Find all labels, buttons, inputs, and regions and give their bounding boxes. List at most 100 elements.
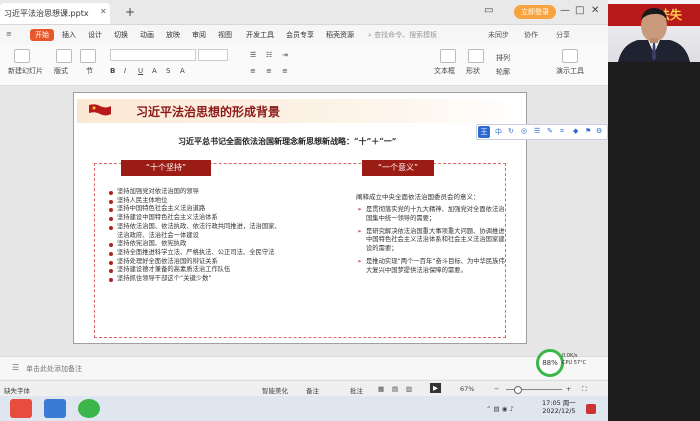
menu-animation[interactable]: 动画 — [140, 30, 154, 40]
align-left-icon[interactable]: ≡ — [250, 67, 256, 75]
shape-icon[interactable] — [468, 49, 484, 63]
outline-button[interactable]: 轮廓 — [496, 67, 510, 77]
taskbar: ⌃ ▤ ◉ ♪ 17:05 周一 2022/12/5 — [0, 396, 608, 421]
close-window-icon[interactable]: ✕ — [591, 5, 599, 16]
screen: 习近平法治思想课.pptx ✕ + 立即登录 ▭ — □ ✕ ≡ 开始 插入 设… — [0, 0, 700, 421]
play-icon[interactable]: ▶ — [430, 383, 441, 393]
menu-developer[interactable]: 开发工具 — [246, 30, 274, 40]
reading-view-icon[interactable]: ▥ — [406, 385, 412, 393]
fit-window-icon[interactable]: ⛶ — [582, 385, 587, 394]
smart-icon[interactable]: ↻ — [508, 127, 514, 135]
minimize-icon[interactable]: — — [560, 5, 570, 16]
list-item: 坚持建设德才兼备的高素质法治工作队伍 — [107, 266, 337, 275]
shadow-icon[interactable]: A — [152, 67, 157, 75]
floating-toolbar: 王 中 ↻ ◎ ☰ ✎ ⌗ ◆ ⚑ ⚙ — [476, 124, 608, 140]
gear-icon[interactable]: ⚙ — [596, 127, 602, 135]
notes-pane[interactable]: ☰ 单击此处添加备注 — [0, 356, 608, 379]
normal-view-icon[interactable]: ▦ — [378, 385, 384, 393]
menu-design[interactable]: 设计 — [88, 30, 102, 40]
list-item-continuation: 法治政府、法治社会一体建设 — [117, 231, 199, 239]
section-icon[interactable] — [80, 49, 96, 63]
menu-home[interactable]: 开始 — [30, 29, 54, 41]
arrange-button[interactable]: 排列 — [496, 53, 510, 63]
zoom-out-icon[interactable]: − — [494, 385, 499, 393]
tray-icons[interactable]: ⌃ ▤ ◉ ♪ — [486, 405, 514, 413]
slide[interactable]: 习近平法治思想的形成背景 习近平总书记全面依法治国新理念新思想新战略：“十”＋“… — [73, 92, 527, 344]
layout-icon[interactable] — [56, 49, 72, 63]
align-right-icon[interactable]: ≡ — [282, 67, 288, 75]
clock[interactable]: 17:05 周一 2022/12/5 — [542, 399, 576, 415]
zoom-slider-handle[interactable] — [514, 386, 522, 394]
menu-docer[interactable]: 稻壳资源 — [326, 30, 354, 40]
pen-icon[interactable]: ✎ — [547, 127, 553, 135]
share-button[interactable]: 分享 — [556, 30, 570, 40]
list-item: 坚持中国特色社会主义法治道路 — [107, 205, 337, 214]
user-icon[interactable]: ⚑ — [585, 127, 591, 135]
strikethrough-icon[interactable]: S — [166, 67, 170, 75]
notification-icon[interactable] — [586, 404, 596, 414]
slide-title-bar: 习近平法治思想的形成背景 — [77, 99, 523, 123]
menu-icon[interactable]: ☰ — [534, 127, 540, 135]
wps-taskbar-icon[interactable] — [10, 399, 32, 418]
underline-icon[interactable]: U — [138, 67, 143, 75]
hamburger-menu-icon[interactable]: ≡ — [6, 30, 12, 38]
play-tools-icon[interactable] — [562, 49, 578, 63]
document-tab-label: 习近平法治思想课.pptx — [4, 9, 89, 18]
new-slide-icon[interactable] — [14, 49, 30, 63]
sorter-view-icon[interactable]: ▤ — [392, 385, 398, 393]
italic-icon[interactable]: I — [124, 67, 126, 75]
font-name-field[interactable] — [110, 49, 196, 61]
ten-insistences-list: 坚持加强党对依法治国的领导 坚持人民主体地位 坚持中国特色社会主义法治道路 坚持… — [107, 188, 337, 284]
crop-icon[interactable]: ⌗ — [560, 127, 564, 136]
align-center-icon[interactable]: ≡ — [266, 67, 272, 75]
command-search[interactable]: ⌕ 查找命令、搜索模板 — [368, 30, 437, 40]
wechat-taskbar-icon[interactable] — [78, 399, 100, 418]
zoom-dropdown[interactable]: 67% — [460, 385, 474, 393]
smart-beautify-button[interactable]: 智能美化 — [262, 385, 288, 395]
notes-toggle-button[interactable]: 备注 — [306, 385, 319, 395]
section-button[interactable]: 节 — [86, 66, 93, 76]
wps-assistant-icon[interactable]: 王 — [478, 126, 490, 138]
bullets-icon[interactable]: ☰ — [250, 51, 256, 59]
meeting-taskbar-icon[interactable] — [44, 399, 66, 418]
fill-icon[interactable]: ◆ — [573, 127, 578, 135]
font-size-field[interactable] — [198, 49, 228, 61]
comment-button[interactable]: 批注 — [350, 385, 363, 395]
play-tools-button[interactable]: 演示工具 — [556, 66, 584, 76]
list-item: 坚持建设中国特色社会主义法治体系 — [107, 214, 337, 223]
target-icon[interactable]: ◎ — [521, 127, 527, 135]
font-color-icon[interactable]: A — [180, 67, 185, 75]
zoom-in-icon[interactable]: + — [566, 385, 571, 393]
one-significance-header: “一个意义” — [362, 160, 434, 176]
ribbon-toolbar: 新建幻灯片 版式 节 B I U A S A ☰ ☷ ⇥ ≡ ≡ ≡ 文本框 形… — [0, 45, 608, 86]
textbox-button[interactable]: 文本框 — [434, 66, 455, 76]
menu-view[interactable]: 视图 — [218, 30, 232, 40]
textbox-icon[interactable] — [440, 49, 456, 63]
shape-button[interactable]: 形状 — [466, 66, 480, 76]
chinese-mode-icon[interactable]: 中 — [495, 127, 502, 137]
cpu-temp: CPU 57°C — [562, 360, 587, 366]
menu-bar: ≡ 开始 插入 设计 切换 动画 放映 审阅 视图 开发工具 会员专享 稻壳资源… — [0, 25, 608, 45]
numbering-icon[interactable]: ☷ — [266, 51, 272, 59]
layout-button[interactable]: 版式 — [54, 66, 68, 76]
window-layout-icon[interactable]: ▭ — [484, 5, 493, 16]
maximize-icon[interactable]: □ — [575, 5, 584, 16]
bold-icon[interactable]: B — [110, 67, 115, 75]
menu-insert[interactable]: 插入 — [62, 30, 76, 40]
performance-gauge[interactable]: 88% — [536, 349, 564, 377]
search-icon: ⌕ — [368, 31, 372, 39]
new-slide-button[interactable]: 新建幻灯片 — [8, 66, 43, 76]
menu-transition[interactable]: 切换 — [114, 30, 128, 40]
menu-member[interactable]: 会员专享 — [286, 30, 314, 40]
missing-font-status[interactable]: 缺失字体 — [4, 385, 30, 395]
close-tab-icon[interactable]: ✕ — [100, 7, 107, 16]
login-button[interactable]: 立即登录 — [514, 5, 556, 19]
new-tab-icon[interactable]: + — [125, 5, 135, 19]
menu-review[interactable]: 审阅 — [192, 30, 206, 40]
document-tab[interactable]: 习近平法治思想课.pptx — [0, 3, 110, 24]
collaborate-button[interactable]: 协作 — [524, 30, 538, 40]
list-item: 坚持抓住领导干部这个“关键少数” — [107, 275, 337, 284]
sync-status[interactable]: 未同步 — [488, 30, 509, 40]
menu-slideshow[interactable]: 放映 — [166, 30, 180, 40]
indent-icon[interactable]: ⇥ — [282, 51, 288, 59]
